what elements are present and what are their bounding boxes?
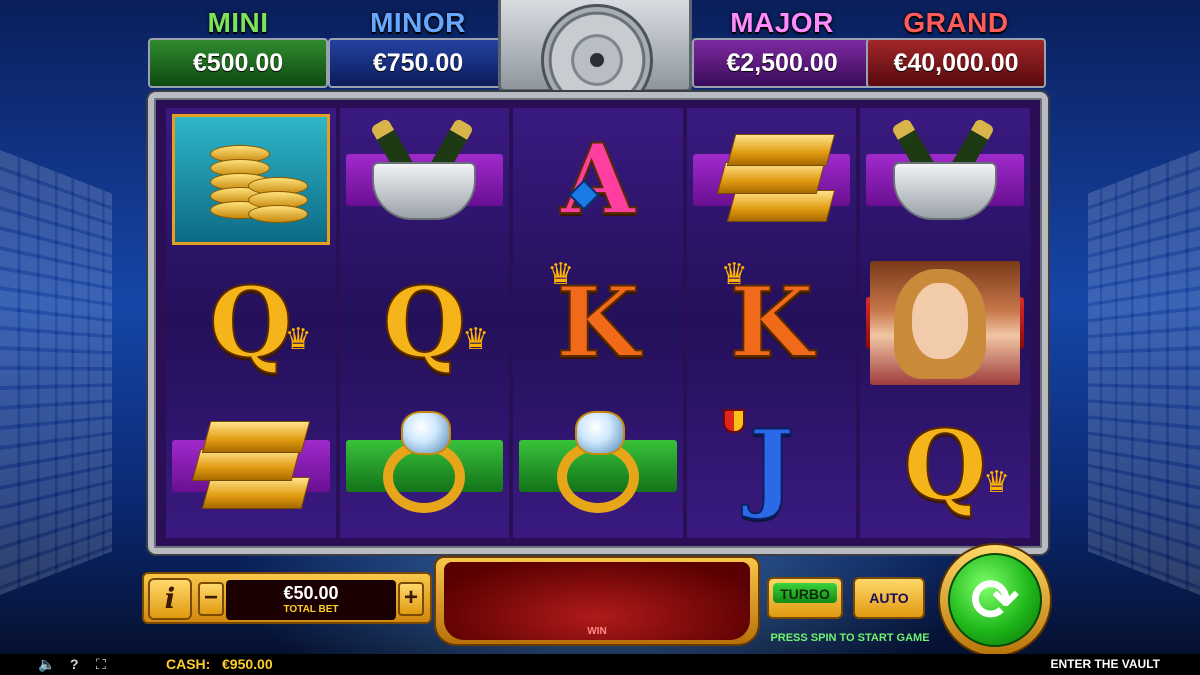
symbol-champagne-bucket <box>340 108 510 251</box>
increase-bet-button[interactable]: + <box>398 582 424 616</box>
shield-icon <box>722 408 745 433</box>
decrease-bet-button[interactable]: − <box>198 582 224 616</box>
vault-panel <box>498 0 692 92</box>
jackpot-minor: MINOR €750.00 <box>328 8 508 88</box>
crown-icon: ♛ <box>720 258 748 292</box>
fullscreen-icon[interactable]: ⛶ <box>96 656 106 673</box>
symbol-gold-bars <box>687 108 857 251</box>
symbol-queen: Q ♛ <box>166 251 336 394</box>
symbol-queen: Q ♛ <box>860 395 1030 538</box>
cash-label: CASH: <box>166 656 211 672</box>
symbol-gold-coins <box>166 108 336 251</box>
jackpot-mini-amount: €500.00 <box>148 38 328 88</box>
crown-icon: ♛ <box>983 465 1010 499</box>
reel-4: K ♛ J <box>686 108 857 538</box>
symbol-a-letter: A <box>560 122 636 236</box>
reel-3: A K ♛ <box>513 108 683 538</box>
jackpot-grand: GRAND €40,000.00 <box>866 8 1046 88</box>
jackpot-major: MAJOR €2,500.00 <box>692 8 872 88</box>
spin-button[interactable]: ⟳ <box>948 553 1042 647</box>
symbol-q-letter: Q <box>382 265 468 379</box>
reel-1: Q ♛ <box>166 108 336 538</box>
total-bet-value: €50.00 <box>283 583 339 603</box>
symbol-woman <box>860 251 1030 394</box>
symbol-jack: J <box>687 395 857 538</box>
cash-value: €950.00 <box>222 656 273 672</box>
jackpot-grand-amount: €40,000.00 <box>866 38 1046 88</box>
vault-wall-left <box>0 150 112 595</box>
symbol-champagne-bucket <box>860 108 1030 251</box>
press-spin-message: PRESS SPIN TO START GAME <box>770 632 930 644</box>
reel-5: Q ♛ <box>860 108 1030 538</box>
symbol-queen: Q ♛ <box>340 251 510 394</box>
jackpot-minor-amount: €750.00 <box>328 38 508 88</box>
help-icon[interactable]: ? <box>70 656 79 672</box>
game-title: ENTER THE VAULT <box>1050 657 1160 671</box>
symbol-diamond-ring <box>340 395 510 538</box>
spin-arrows-icon: ⟳ <box>970 566 1020 634</box>
total-bet-display: €50.00 TOTAL BET <box>226 580 396 620</box>
reels-grid: Q ♛ Q ♛ A K ♛ K ♛ J Q ♛ <box>166 108 1030 538</box>
jackpot-major-label: MAJOR <box>730 7 834 38</box>
footer-bar: 🔈 ? ⛶ CASH: €950.00 ENTER THE VAULT <box>0 654 1200 675</box>
symbol-gold-bars <box>166 395 336 538</box>
turbo-button[interactable]: TURBO <box>767 577 843 619</box>
win-label: WIN <box>587 626 607 637</box>
info-button[interactable]: i <box>148 578 192 620</box>
symbol-king: K ♛ <box>687 251 857 394</box>
jackpot-minor-label: MINOR <box>370 7 466 38</box>
reel-2: Q ♛ <box>339 108 510 538</box>
crown-icon: ♛ <box>462 322 490 356</box>
crown-icon: ♛ <box>547 258 575 292</box>
vault-wheel-icon <box>541 4 653 92</box>
jackpot-major-amount: €2,500.00 <box>692 38 872 88</box>
turbo-label: TURBO <box>773 583 837 603</box>
autoplay-button[interactable]: AUTO <box>853 577 925 619</box>
vault-wall-right <box>1088 150 1200 595</box>
crown-icon: ♛ <box>284 322 312 356</box>
jackpot-mini-label: MINI <box>207 7 269 38</box>
jackpot-mini: MINI €500.00 <box>148 8 328 88</box>
reel-frame: Q ♛ Q ♛ A K ♛ K ♛ J Q ♛ <box>148 92 1048 554</box>
symbol-diamond-ring <box>513 395 683 538</box>
symbol-ace: A <box>513 108 683 251</box>
jackpot-grand-label: GRAND <box>903 7 1009 38</box>
total-bet-label: TOTAL BET <box>283 604 339 615</box>
symbol-q-letter: Q <box>902 409 988 523</box>
sound-icon[interactable]: 🔈 <box>38 656 55 673</box>
symbol-q-letter: Q <box>208 265 294 379</box>
symbol-j-letter: J <box>748 409 795 523</box>
symbol-king: K ♛ <box>513 251 683 394</box>
vault-door-logo <box>498 0 692 92</box>
